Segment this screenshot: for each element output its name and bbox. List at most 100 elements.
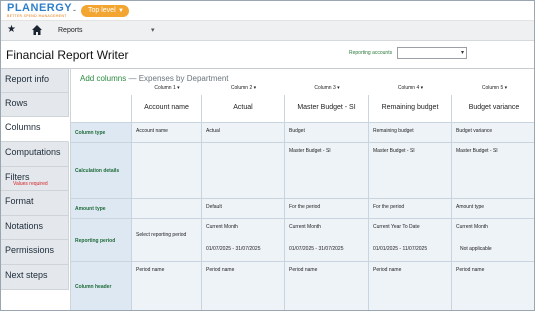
sidebar-item-6[interactable]: Notations bbox=[1, 216, 69, 240]
column-menu-1[interactable]: Column 1 ▾ bbox=[132, 85, 202, 91]
grid-cell-type[interactable]: Actual bbox=[202, 123, 285, 143]
row-label-column-type: Column type bbox=[71, 123, 132, 143]
grid-cell-period[interactable]: Current Month 01/07/2025 - 31/07/2025 bbox=[285, 219, 369, 262]
grid-cell-amount-type[interactable]: For the period bbox=[285, 199, 369, 219]
column-menu-4[interactable]: Column 4 ▾ bbox=[369, 85, 452, 91]
page-title: Financial Report Writer bbox=[6, 48, 129, 62]
cell-value: Select reporting period bbox=[136, 232, 187, 238]
grid-cell-calc[interactable] bbox=[132, 143, 202, 199]
cell-value: Current Month bbox=[289, 224, 321, 230]
column-name: Master Budget - SI bbox=[297, 104, 356, 111]
sidebar-item-label: Rows bbox=[5, 98, 28, 108]
sidebar-item-8[interactable]: Next steps bbox=[1, 265, 69, 290]
brand-logo[interactable]: PLANERGY bbox=[7, 3, 72, 14]
row-label-reporting-period: Reporting period bbox=[71, 219, 132, 262]
cell-value: Remaining budget bbox=[373, 128, 414, 134]
column-name-header[interactable]: Master Budget - SI bbox=[285, 95, 369, 123]
grid-cell-col-header[interactable]: Period name bbox=[285, 262, 369, 310]
sidebar-item-label: Notations bbox=[5, 221, 44, 231]
grid-cell-col-header[interactable]: Period name bbox=[132, 262, 202, 310]
row-label-text: Calculation details bbox=[75, 168, 120, 174]
grid-cell-col-header[interactable]: Period name bbox=[452, 262, 534, 310]
chevron-down-icon: ▾ bbox=[460, 50, 464, 56]
grid-cell-period[interactable]: Current Month Not applicable bbox=[452, 219, 534, 262]
breadcrumb-reports[interactable]: Reports bbox=[58, 27, 83, 34]
sidebar-item-label: Columns bbox=[5, 122, 41, 132]
grid-cell-amount-type[interactable] bbox=[132, 199, 202, 219]
column-name: Account name bbox=[144, 104, 189, 111]
row-label-calculation-details: Calculation details bbox=[71, 143, 132, 199]
cell-value: Current Month bbox=[206, 224, 238, 230]
sidebar-item-7[interactable]: Permissions bbox=[1, 240, 69, 265]
grid-cell-period[interactable]: Current Month 01/07/2025 - 31/07/2025 bbox=[202, 219, 285, 262]
row-label-amount-type: Amount type bbox=[71, 199, 132, 219]
column-menu-3[interactable]: Column 3 ▾ bbox=[285, 85, 369, 91]
sidebar-item-3[interactable]: Computations bbox=[1, 142, 69, 167]
grid-cell-amount-type[interactable]: Amount type bbox=[452, 199, 534, 219]
cell-value: Actual bbox=[206, 128, 220, 134]
column-name: Remaining budget bbox=[381, 104, 439, 111]
period-range: 01/01/2025 - 11/07/2025 bbox=[373, 246, 428, 252]
column-name-header[interactable]: Account name bbox=[132, 95, 202, 123]
sidebar-item-label: Format bbox=[5, 196, 34, 206]
sidebar-item-2[interactable]: Columns bbox=[1, 117, 69, 142]
grid-cell-amount-type[interactable]: For the period bbox=[369, 199, 452, 219]
cell-value: For the period bbox=[289, 204, 321, 210]
row-label-text: Column type bbox=[75, 130, 106, 136]
cell-value: Current Month bbox=[456, 224, 488, 230]
cell-value: Budget bbox=[289, 128, 305, 134]
nav-bar: ★ Reports ▾ bbox=[1, 21, 534, 41]
cell-value: Default bbox=[206, 204, 222, 210]
section-heading: Add columns — Expenses by Department bbox=[80, 74, 229, 83]
grid-cell-period[interactable]: Select reporting period bbox=[132, 219, 202, 262]
grid-corner bbox=[71, 95, 132, 123]
grid-cell-type[interactable]: Remaining budget bbox=[369, 123, 452, 143]
cell-value: Budget variance bbox=[456, 128, 493, 134]
cell-value: Period name bbox=[456, 267, 485, 273]
column-menu-5[interactable]: Column 5 ▾ bbox=[452, 85, 534, 91]
column-name-header[interactable]: Remaining budget bbox=[369, 95, 452, 123]
cell-value: For the period bbox=[373, 204, 405, 210]
grid-cell-calc[interactable] bbox=[202, 143, 285, 199]
grid-cell-type[interactable]: Account name bbox=[132, 123, 202, 143]
grid-cell-type[interactable]: Budget variance bbox=[452, 123, 534, 143]
brand-tagline: BETTER SPEND MANAGEMENT bbox=[7, 14, 67, 18]
section-subtitle: Expenses by Department bbox=[138, 74, 229, 83]
sidebar-item-0[interactable]: Report info bbox=[1, 69, 69, 93]
grid-cell-col-header[interactable]: Period name bbox=[202, 262, 285, 310]
column-name: Budget variance bbox=[468, 104, 520, 111]
row-label-text: Amount type bbox=[75, 206, 106, 212]
sidebar-item-5[interactable]: Format bbox=[1, 191, 69, 216]
sidebar-item-4[interactable]: Filters Values required bbox=[1, 167, 69, 191]
star-icon[interactable]: ★ bbox=[7, 24, 16, 35]
cell-value: Period name bbox=[289, 267, 318, 273]
column-name-header[interactable]: Budget variance bbox=[452, 95, 534, 123]
sidebar-item-label: Computations bbox=[5, 147, 61, 157]
period-range: 01/07/2025 - 31/07/2025 bbox=[206, 246, 261, 252]
top-bar: PLANERGY BETTER SPEND MANAGEMENT - Top l… bbox=[1, 1, 534, 21]
cell-value: Master Budget - SI bbox=[456, 148, 498, 154]
chevron-down-icon[interactable]: ▾ bbox=[151, 26, 155, 34]
grid-cell-calc[interactable]: Master Budget - SI bbox=[369, 143, 452, 199]
row-label-text: Column header bbox=[75, 284, 112, 290]
level-dropdown-button[interactable]: Top level ▼ bbox=[81, 5, 129, 17]
column-menu-2[interactable]: Column 2 ▾ bbox=[202, 85, 285, 91]
sidebar-item-1[interactable]: Rows bbox=[1, 93, 69, 117]
chevron-down-icon: ▼ bbox=[118, 8, 124, 14]
reporting-accounts-select[interactable]: ▾ bbox=[397, 47, 467, 59]
cell-value: Current Year To Date bbox=[373, 224, 420, 230]
period-range: 01/07/2025 - 31/07/2025 bbox=[289, 246, 344, 252]
grid-cell-calc[interactable]: Master Budget - SI bbox=[285, 143, 369, 199]
grid-cell-amount-type[interactable]: Default bbox=[202, 199, 285, 219]
home-icon[interactable] bbox=[31, 24, 43, 36]
column-name-header[interactable]: Actual bbox=[202, 95, 285, 123]
grid-cell-col-header[interactable]: Period name bbox=[369, 262, 452, 310]
cell-value: Amount type bbox=[456, 204, 485, 210]
level-button-label: Top level bbox=[88, 7, 116, 14]
grid-cell-type[interactable]: Budget bbox=[285, 123, 369, 143]
grid-cell-calc[interactable]: Master Budget - SI bbox=[452, 143, 534, 199]
grid-cell-period[interactable]: Current Year To Date 01/01/2025 - 11/07/2… bbox=[369, 219, 452, 262]
cell-value: Master Budget - SI bbox=[373, 148, 415, 154]
column-name: Actual bbox=[233, 104, 253, 111]
app-window: PLANERGY BETTER SPEND MANAGEMENT - Top l… bbox=[0, 0, 535, 311]
